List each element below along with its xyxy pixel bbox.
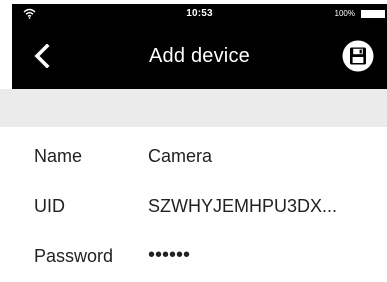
battery-icon <box>361 10 385 18</box>
section-spacer <box>0 89 387 127</box>
battery-percent: 100% <box>334 9 355 18</box>
password-field[interactable]: •••••• <box>148 244 190 267</box>
name-label: Name <box>34 146 83 166</box>
name-row[interactable]: Name Camera <box>0 132 387 182</box>
password-label: Password <box>34 246 114 266</box>
status-time: 10:53 <box>186 8 213 19</box>
save-button[interactable] <box>341 39 375 73</box>
uid-row[interactable]: UID SZWHYJEMHPU3DX... <box>0 182 387 232</box>
uid-field[interactable]: SZWHYJEMHPU3DX... <box>148 196 337 217</box>
uid-label: UID <box>34 196 65 216</box>
header: 10:53 100% Add device <box>12 4 387 89</box>
screen: 10:53 100% Add device Name Camera UID SZ… <box>0 0 387 271</box>
floppy-disk-icon <box>350 47 366 65</box>
navigation-bar: Add device <box>12 24 387 89</box>
page-title: Add device <box>149 45 250 67</box>
status-bar: 10:53 100% <box>12 4 387 24</box>
name-field[interactable]: Camera <box>148 146 212 167</box>
password-row[interactable]: Password •••••• <box>0 232 387 282</box>
